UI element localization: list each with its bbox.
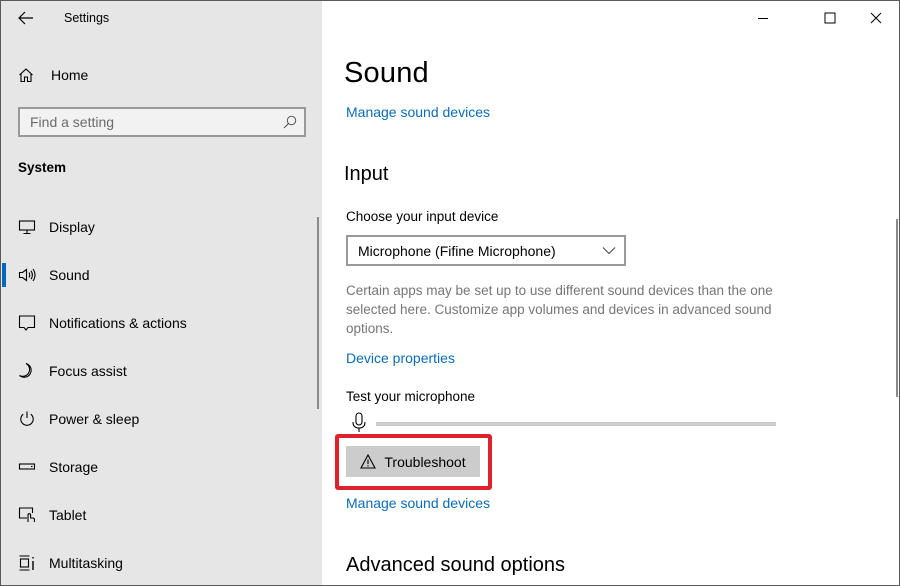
- advanced-sound-options-heading: Advanced sound options: [346, 554, 566, 576]
- minimize-icon: [758, 18, 768, 19]
- home-label: Home: [51, 67, 89, 83]
- sidebar-item-display[interactable]: Display: [1, 207, 311, 247]
- main-pane: Sound Manage sound devices Input Choose …: [322, 1, 899, 585]
- test-microphone-label: Test your microphone: [346, 389, 476, 404]
- search-placeholder: Find a setting: [30, 114, 115, 130]
- close-button[interactable]: [854, 5, 898, 31]
- arrow-left-icon: [18, 11, 33, 25]
- sidebar-item-power-sleep[interactable]: Power & sleep: [1, 399, 311, 439]
- multitasking-icon: [19, 555, 34, 571]
- settings-window: Settings Home Find a setting System Disp…: [0, 0, 900, 586]
- power-icon: [20, 411, 34, 426]
- input-heading: Input: [344, 163, 389, 185]
- sidebar-item-label: Multitasking: [49, 555, 123, 571]
- microphone-level-meter: [376, 422, 776, 426]
- manage-sound-devices-link-top[interactable]: Manage sound devices: [346, 104, 490, 120]
- microphone-icon: [352, 412, 366, 432]
- sidebar-item-label: Tablet: [49, 507, 87, 523]
- moon-icon: [19, 362, 32, 378]
- sidebar-item-label: Power & sleep: [49, 411, 140, 427]
- sidebar-item-sound[interactable]: Sound: [1, 255, 311, 295]
- maximize-icon: [824, 12, 836, 24]
- sidebar-item-home[interactable]: Home: [18, 64, 88, 86]
- sidebar-scrollbar[interactable]: [317, 217, 319, 409]
- sidebar: Settings Home Find a setting System Disp…: [1, 1, 322, 585]
- sidebar-item-label: Display: [49, 219, 95, 235]
- sidebar-item-storage[interactable]: Storage: [1, 447, 311, 487]
- sidebar-item-label: Storage: [49, 459, 99, 475]
- main-scrollbar[interactable]: [896, 219, 898, 397]
- home-icon: [19, 68, 33, 83]
- app-title: Settings: [64, 11, 110, 25]
- page-title: Sound: [344, 57, 429, 89]
- warning-icon: [360, 454, 377, 469]
- speaker-icon: [18, 268, 36, 282]
- troubleshoot-label: Troubleshoot: [384, 453, 466, 470]
- input-device-dropdown[interactable]: Microphone (Fifine Microphone): [346, 235, 626, 266]
- selected-indicator: [2, 263, 6, 287]
- device-properties-link[interactable]: Device properties: [346, 350, 455, 366]
- sidebar-item-focus-assist[interactable]: Focus assist: [1, 351, 311, 391]
- sidebar-item-label: Focus assist: [49, 363, 127, 379]
- minimize-button[interactable]: [741, 5, 785, 31]
- section-title: System: [18, 160, 67, 175]
- search-input[interactable]: Find a setting: [18, 107, 306, 137]
- chevron-down-icon: [602, 247, 616, 255]
- search-icon[interactable]: [282, 114, 298, 130]
- monitor-icon: [18, 220, 36, 235]
- notification-icon: [18, 315, 36, 331]
- sidebar-item-tablet[interactable]: Tablet: [1, 495, 311, 535]
- troubleshoot-button[interactable]: Troubleshoot: [346, 446, 480, 477]
- choose-input-label: Choose your input device: [346, 209, 499, 224]
- close-icon: [870, 12, 882, 24]
- sidebar-item-label: Notifications & actions: [49, 315, 187, 331]
- sidebar-item-label: Sound: [49, 267, 90, 283]
- input-device-value: Microphone (Fifine Microphone): [358, 243, 556, 259]
- tablet-icon: [18, 507, 35, 522]
- input-description: Certain apps may be set up to use differ…: [346, 283, 773, 336]
- manage-sound-devices-link-bottom[interactable]: Manage sound devices: [346, 495, 490, 511]
- back-button[interactable]: [11, 5, 41, 31]
- sidebar-item-notifications[interactable]: Notifications & actions: [1, 303, 311, 343]
- sidebar-item-multitasking[interactable]: Multitasking: [1, 543, 311, 583]
- storage-icon: [18, 463, 36, 470]
- maximize-button[interactable]: [808, 5, 852, 31]
